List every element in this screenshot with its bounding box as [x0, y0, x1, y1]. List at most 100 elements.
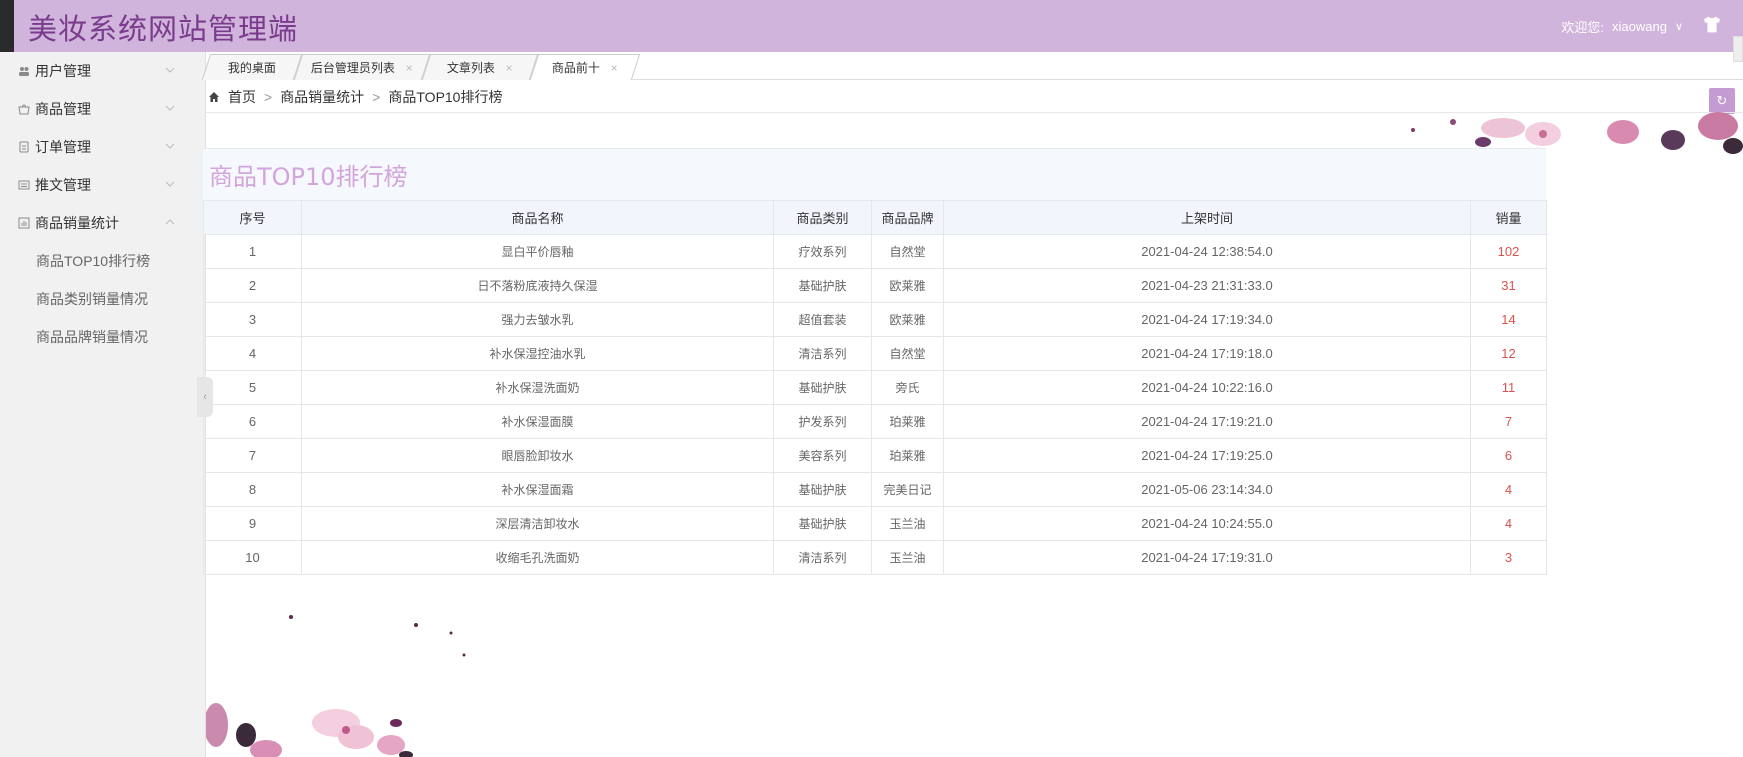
- chart-icon: [18, 217, 30, 229]
- cell-category: 护发系列: [773, 404, 872, 439]
- cell-index: 5: [203, 370, 302, 405]
- table-row: 2 日不落粉底液持久保湿 基础护肤 欧莱雅 2021-04-23 21:31:3…: [203, 268, 1547, 303]
- tab-desktop[interactable]: 我的桌面: [201, 54, 303, 80]
- breadcrumb-home[interactable]: 首页: [228, 87, 256, 107]
- sidebar-item-users[interactable]: 用户管理: [0, 52, 205, 90]
- cell-time: 2021-04-24 12:38:54.0: [943, 234, 1471, 269]
- cell-name: 收缩毛孔洗面奶: [301, 540, 774, 575]
- cell-name: 眼唇脸卸妆水: [301, 438, 774, 473]
- cell-index: 9: [203, 506, 302, 541]
- sidebar-subitem-category-sales[interactable]: 商品类别销量情况: [0, 280, 205, 318]
- cell-index: 10: [203, 540, 302, 575]
- header-dark-strip: [0, 0, 14, 52]
- sidebar-item-label: 商品销量统计: [35, 215, 119, 231]
- cell-time: 2021-04-23 21:31:33.0: [943, 268, 1471, 303]
- cell-time: 2021-04-24 17:19:31.0: [943, 540, 1471, 575]
- cell-category: 疗效系列: [773, 234, 872, 269]
- tab-top10[interactable]: 商品前十 ×: [529, 54, 641, 80]
- panel-title: 商品TOP10排行榜: [203, 148, 1546, 200]
- table-row: 10 收缩毛孔洗面奶 清洁系列 玉兰油 2021-04-24 17:19:31.…: [203, 540, 1547, 575]
- sidebar-subitem-top10[interactable]: 商品TOP10排行榜: [0, 242, 205, 280]
- breadcrumb-sales-stats[interactable]: 商品销量统计: [280, 87, 364, 107]
- user-menu[interactable]: 欢迎您: xiaowang ∨: [1561, 17, 1683, 36]
- cell-name: 补水保湿控油水乳: [301, 336, 774, 371]
- refresh-button[interactable]: ↻: [1709, 88, 1735, 114]
- cell-sales: 7: [1470, 404, 1547, 439]
- home-icon: [209, 92, 219, 102]
- cell-brand: 自然堂: [871, 234, 944, 269]
- username[interactable]: xiaowang: [1612, 19, 1667, 34]
- shirt-icon[interactable]: [1701, 14, 1723, 36]
- cell-sales: 4: [1470, 506, 1547, 541]
- cell-category: 基础护肤: [773, 370, 872, 405]
- sidebar-subitem-brand-sales[interactable]: 商品品牌销量情况: [0, 318, 205, 356]
- cell-category: 清洁系列: [773, 540, 872, 575]
- sidebar-item-articles[interactable]: 推文管理: [0, 166, 205, 204]
- cell-time: 2021-04-24 17:19:18.0: [943, 336, 1471, 371]
- cell-sales: 3: [1470, 540, 1547, 575]
- top10-table: 序号 商品名称 商品类别 商品品牌 上架时间 销量 1 显白平价唇釉 疗效系列 …: [203, 200, 1547, 575]
- welcome-label: 欢迎您:: [1561, 20, 1604, 35]
- top-header: 美妆系统网站管理端 欢迎您: xiaowang ∨: [0, 0, 1743, 52]
- sidebar-item-orders[interactable]: 订单管理: [0, 128, 205, 166]
- table-row: 4 补水保湿控油水乳 清洁系列 自然堂 2021-04-24 17:19:18.…: [203, 336, 1547, 371]
- cell-time: 2021-04-24 10:24:55.0: [943, 506, 1471, 541]
- flower-decoration-bottom: [206, 615, 466, 757]
- table-row: 5 补水保湿洗面奶 基础护肤 旁氏 2021-04-24 10:22:16.0 …: [203, 370, 1547, 405]
- column-header-time: 上架时间: [943, 200, 1471, 235]
- close-icon[interactable]: ×: [610, 61, 617, 75]
- sidebar-item-sales-stats[interactable]: 商品销量统计: [0, 204, 205, 242]
- cell-index: 4: [203, 336, 302, 371]
- chevron-up-icon: [165, 219, 175, 225]
- cell-brand: 自然堂: [871, 336, 944, 371]
- document-icon: [19, 141, 29, 153]
- column-header-name: 商品名称: [301, 200, 774, 235]
- table-row: 3 强力去皱水乳 超值套装 欧莱雅 2021-04-24 17:19:34.0 …: [203, 302, 1547, 337]
- cart-icon: [18, 104, 30, 115]
- tab-article-list[interactable]: 文章列表 ×: [421, 54, 539, 80]
- breadcrumb: 首页 > 商品销量统计 > 商品TOP10排行榜: [208, 86, 502, 108]
- breadcrumb-separator: >: [264, 89, 273, 105]
- cell-index: 8: [203, 472, 302, 507]
- table-row: 6 补水保湿面膜 护发系列 珀莱雅 2021-04-24 17:19:21.0 …: [203, 404, 1547, 439]
- cell-category: 基础护肤: [773, 472, 872, 507]
- article-icon: [18, 180, 30, 190]
- chevron-down-icon[interactable]: ∨: [1675, 20, 1683, 33]
- cell-name: 补水保湿面霜: [301, 472, 774, 507]
- column-header-category: 商品类别: [773, 200, 872, 235]
- users-icon: [19, 67, 29, 76]
- cell-index: 6: [203, 404, 302, 439]
- tab-label: 后台管理员列表: [311, 61, 396, 75]
- close-icon[interactable]: ×: [505, 61, 512, 75]
- sidebar-item-products[interactable]: 商品管理: [0, 90, 205, 128]
- cell-sales: 12: [1470, 336, 1547, 371]
- tab-admin-list[interactable]: 后台管理员列表 ×: [293, 54, 431, 80]
- cell-sales: 11: [1470, 370, 1547, 405]
- close-icon[interactable]: ×: [405, 61, 412, 75]
- refresh-icon: ↻: [1716, 93, 1728, 108]
- cell-brand: 珀莱雅: [871, 404, 944, 439]
- cell-brand: 欧莱雅: [871, 268, 944, 303]
- tab-scroll-button[interactable]: [1733, 36, 1743, 62]
- cell-brand: 旁氏: [871, 370, 944, 405]
- sidebar-item-label: 订单管理: [35, 139, 91, 155]
- cell-sales: 31: [1470, 268, 1547, 303]
- cell-category: 超值套装: [773, 302, 872, 337]
- cell-brand: 玉兰油: [871, 540, 944, 575]
- cell-time: 2021-04-24 10:22:16.0: [943, 370, 1471, 405]
- table-row: 7 眼唇脸卸妆水 美容系列 珀莱雅 2021-04-24 17:19:25.0 …: [203, 438, 1547, 473]
- tab-label: 我的桌面: [227, 61, 276, 75]
- cell-sales: 6: [1470, 438, 1547, 473]
- sidebar: 用户管理 商品管理 订单管理 推文管理 商品销量统计 商品TOP10排行榜 商品…: [0, 52, 213, 757]
- cell-name: 深层清洁卸妆水: [301, 506, 774, 541]
- cell-index: 2: [203, 268, 302, 303]
- cell-category: 基础护肤: [773, 268, 872, 303]
- cell-time: 2021-04-24 17:19:34.0: [943, 302, 1471, 337]
- tab-bar: 我的桌面 后台管理员列表 × 文章列表 × 商品前十 ×: [201, 52, 1743, 80]
- cell-index: 7: [203, 438, 302, 473]
- app-logo-title: 美妆系统网站管理端: [28, 12, 299, 46]
- breadcrumb-separator: >: [372, 89, 381, 105]
- tab-label: 商品前十: [552, 61, 601, 75]
- sidebar-item-label: 用户管理: [35, 63, 91, 79]
- cell-name: 补水保湿洗面奶: [301, 370, 774, 405]
